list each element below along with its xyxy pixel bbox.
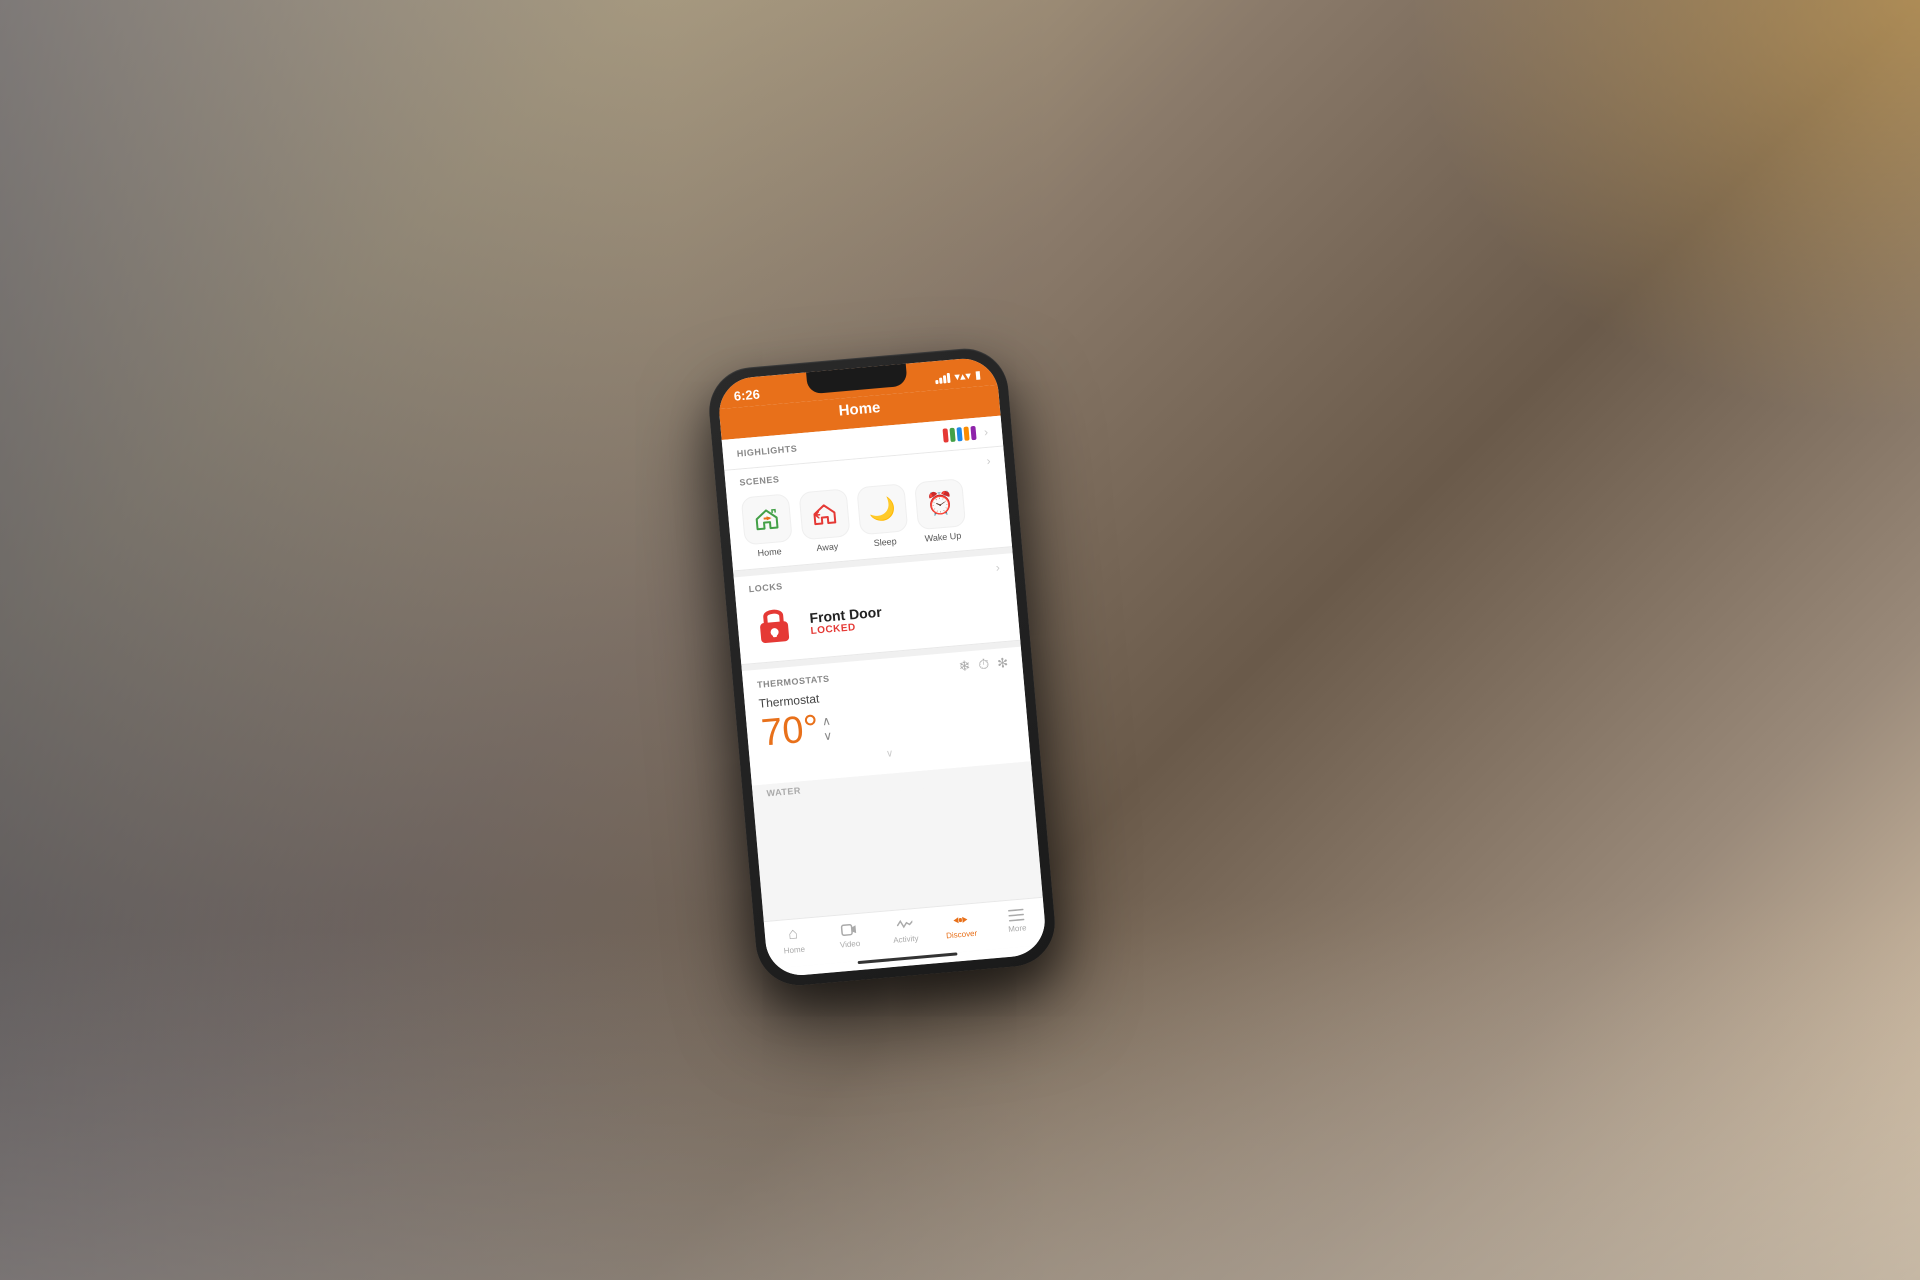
- activity-nav-icon: [896, 916, 913, 933]
- scene-away-label: Away: [816, 541, 839, 553]
- phone-outer-shell: 6:26 ▾▴▾ ▮ Home: [706, 345, 1059, 989]
- discover-nav-icon: [951, 911, 970, 929]
- temp-adjust-controls[interactable]: ∧ ∨: [821, 714, 832, 743]
- locks-chevron-icon: ›: [995, 560, 1000, 574]
- temp-up-arrow[interactable]: ∧: [821, 714, 831, 729]
- home-nav-label: Home: [783, 945, 805, 956]
- sleep-moon-icon: 🌙: [868, 495, 898, 523]
- scene-wakeup-icon-box: ⏰: [914, 478, 966, 530]
- scene-home-label: Home: [757, 546, 782, 558]
- app-title: Home: [838, 399, 881, 420]
- highlights-label: HIGHLIGHTS: [736, 443, 797, 458]
- scene-sleep-icon-box: 🌙: [856, 483, 908, 535]
- wifi-icon: ▾▴▾: [954, 369, 972, 383]
- scene-item-wakeup[interactable]: ⏰ Wake Up: [914, 478, 967, 544]
- nav-item-video[interactable]: Video: [820, 919, 878, 951]
- nav-item-activity[interactable]: Activity: [876, 915, 934, 947]
- video-nav-icon: [840, 921, 857, 938]
- phone-wrapper: 6:26 ▾▴▾ ▮ Home: [706, 345, 1059, 989]
- scene-wakeup-label: Wake Up: [924, 531, 961, 544]
- lock-info: Front Door LOCKED: [809, 604, 883, 637]
- more-nav-icon: [1008, 907, 1025, 922]
- locks-content[interactable]: Front Door LOCKED: [750, 582, 1005, 653]
- discover-nav-label: Discover: [946, 929, 978, 941]
- temperature-value: 70°: [760, 708, 821, 756]
- background-scene: 6:26 ▾▴▾ ▮ Home: [0, 0, 1920, 1280]
- home-scene-icon: [753, 505, 781, 533]
- status-time: 6:26: [733, 387, 760, 404]
- signal-bars-icon: [935, 372, 951, 383]
- away-scene-icon: [810, 500, 838, 528]
- scenes-grid: Home Away: [741, 476, 997, 560]
- scene-sleep-label: Sleep: [873, 536, 897, 548]
- battery-icon: ▮: [974, 368, 981, 381]
- scene-item-sleep[interactable]: 🌙 Sleep: [856, 483, 909, 549]
- nav-item-discover[interactable]: Discover: [932, 910, 990, 942]
- scenes-chevron-icon: ›: [986, 454, 991, 468]
- scenes-label: SCENES: [739, 474, 780, 487]
- snowflake-icon[interactable]: ❄: [958, 657, 971, 675]
- scene-item-home[interactable]: Home: [741, 493, 794, 559]
- locks-label: LOCKS: [748, 581, 783, 594]
- thermo-controls: ❄ ⏱ ✻: [958, 654, 1009, 675]
- home-nav-icon: ⌂: [787, 925, 798, 944]
- lock-icon-container: [750, 600, 798, 653]
- scene-item-away[interactable]: Away: [799, 488, 852, 554]
- content-area: HIGHLIGHTS ›: [722, 416, 1043, 922]
- phone-screen: 6:26 ▾▴▾ ▮ Home: [716, 356, 1047, 978]
- water-label: WATER: [766, 785, 801, 798]
- timer-icon[interactable]: ⏱: [978, 656, 990, 674]
- nav-item-more[interactable]: More: [988, 906, 1046, 936]
- lock-icon: [750, 600, 798, 648]
- activity-nav-label: Activity: [893, 934, 919, 945]
- status-icons: ▾▴▾ ▮: [935, 368, 982, 385]
- video-nav-label: Video: [840, 939, 861, 950]
- highlights-icons: [943, 426, 977, 443]
- temp-down-arrow[interactable]: ∨: [823, 728, 833, 743]
- wakeup-alarm-icon: ⏰: [925, 490, 955, 518]
- more-nav-label: More: [1008, 923, 1027, 934]
- nav-item-home[interactable]: ⌂ Home: [764, 923, 822, 957]
- scene-away-icon-box: [799, 488, 851, 540]
- fan-icon[interactable]: ✻: [997, 654, 1009, 671]
- scene-home-icon-box: [741, 493, 793, 545]
- highlights-chevron-icon: ›: [983, 425, 988, 439]
- thermostats-label: THERMOSTATS: [757, 673, 830, 689]
